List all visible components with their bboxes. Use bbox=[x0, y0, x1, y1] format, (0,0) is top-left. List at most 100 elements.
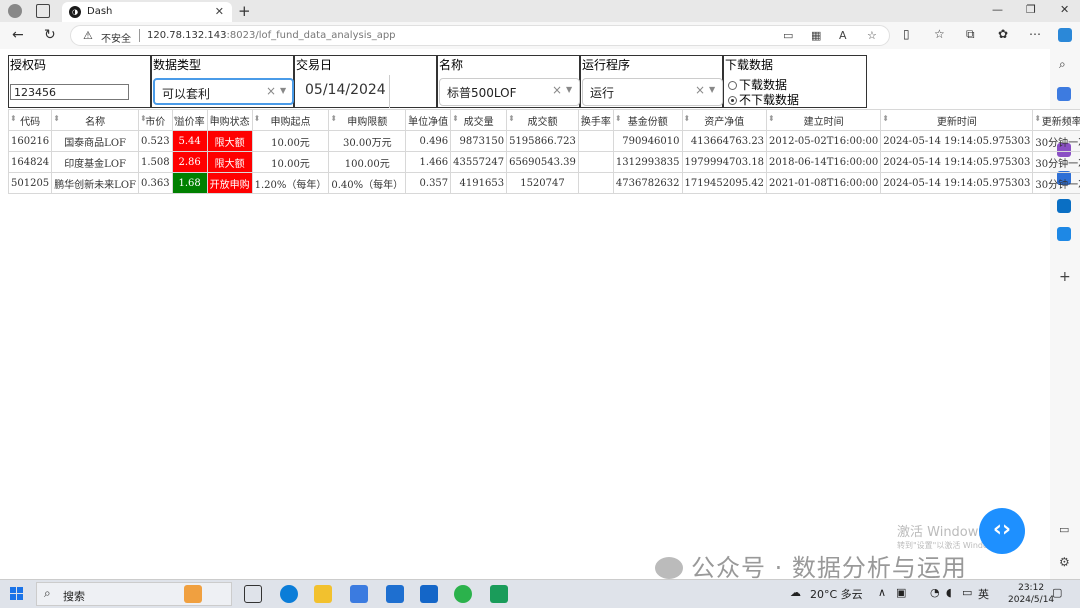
tab-dash[interactable]: ◑ Dash ✕ bbox=[62, 2, 232, 22]
clear-icon[interactable]: × bbox=[552, 83, 562, 97]
mail-icon[interactable] bbox=[386, 585, 404, 603]
sort-icon[interactable]: ⬍ bbox=[53, 114, 60, 123]
minimize-icon[interactable]: — bbox=[992, 3, 1003, 16]
col-header[interactable]: ⬍ 名称 bbox=[51, 109, 139, 131]
cell: 43557247 bbox=[450, 151, 508, 173]
tab-actions-icon[interactable] bbox=[36, 4, 50, 18]
col-header[interactable]: ⬍ 申购起点 bbox=[251, 109, 330, 131]
tray-expand-icon[interactable]: ∧ bbox=[878, 586, 886, 599]
back-icon[interactable]: ← bbox=[12, 27, 24, 43]
radio-no-download[interactable]: 不下载数据 bbox=[728, 91, 799, 108]
col-header[interactable]: ⬍ 更新时间 bbox=[880, 109, 1034, 131]
app-available-icon[interactable]: ▭ bbox=[783, 29, 793, 42]
split-screen-icon[interactable]: ▯ bbox=[903, 27, 910, 41]
sort-icon[interactable]: ⬍ bbox=[1034, 114, 1041, 123]
weather-text[interactable]: 20°C 多云 bbox=[810, 586, 863, 602]
sidebar-outlook-icon[interactable] bbox=[1057, 199, 1071, 213]
windows-start-icon[interactable] bbox=[10, 587, 24, 601]
read-aloud-icon[interactable]: A bbox=[839, 29, 847, 42]
app-m-icon[interactable] bbox=[420, 585, 438, 603]
close-tab-icon[interactable]: ✕ bbox=[215, 5, 224, 18]
chevron-down-icon[interactable]: ▼ bbox=[709, 85, 715, 94]
task-view-icon[interactable] bbox=[244, 585, 262, 603]
col-header[interactable]: ⬍ 申购限额 bbox=[328, 109, 407, 131]
tray-apps-icon[interactable]: ▣ bbox=[896, 586, 906, 599]
sort-icon[interactable]: ⬍ bbox=[330, 114, 337, 123]
sort-icon[interactable]: ⬍ bbox=[684, 114, 691, 123]
col-header[interactable]: ⬍ 成交量 bbox=[450, 109, 508, 131]
status-cell: 限大额 bbox=[206, 151, 253, 173]
address-bar[interactable]: ⚠ 不安全 120.78.132.143:8023/lof_fund_data_… bbox=[70, 25, 890, 46]
more-menu-icon[interactable]: ⋯ bbox=[1029, 27, 1041, 41]
ime-indicator[interactable]: 英 bbox=[978, 586, 989, 602]
activate-windows-title: 激活 Windows bbox=[897, 525, 986, 540]
sort-icon[interactable]: ⬍ bbox=[254, 114, 261, 123]
battery-icon[interactable]: ▭ bbox=[962, 586, 972, 599]
col-header[interactable]: ⬍ 单位净值 bbox=[405, 109, 452, 131]
col-header[interactable]: ⬍ 市价 bbox=[137, 109, 173, 131]
taskbar-search[interactable]: ⌕ 搜索 bbox=[36, 582, 232, 606]
program-value: 运行 bbox=[590, 86, 615, 100]
col-header[interactable]: ⬍ 代码 bbox=[7, 109, 53, 131]
sort-icon[interactable]: ⬍ bbox=[452, 114, 459, 123]
program-dropdown[interactable]: 运行 × ▼ bbox=[582, 78, 723, 106]
col-header[interactable]: ▾ 溢价率 bbox=[171, 109, 208, 131]
favorites-icon[interactable]: ☆ bbox=[934, 27, 945, 41]
sort-icon[interactable]: ⬍ bbox=[407, 114, 414, 123]
close-window-icon[interactable]: ✕ bbox=[1060, 3, 1069, 16]
sidebar-layout-icon[interactable]: ▭ bbox=[1059, 523, 1069, 536]
volume-icon[interactable]: ◖ bbox=[946, 586, 952, 599]
chevron-down-icon[interactable]: ▼ bbox=[566, 85, 572, 94]
profile-icon[interactable] bbox=[8, 4, 22, 18]
sidebar-add-icon[interactable]: + bbox=[1059, 269, 1071, 285]
sort-icon[interactable]: ⬍ bbox=[508, 114, 515, 123]
store-icon[interactable] bbox=[350, 585, 368, 603]
sort-icon[interactable]: ⬍ bbox=[768, 114, 775, 123]
maximize-icon[interactable]: ❐ bbox=[1026, 3, 1036, 16]
col-header[interactable]: ⬍ 更新频率 bbox=[1032, 109, 1080, 131]
clear-icon[interactable]: × bbox=[695, 83, 705, 97]
col-header[interactable]: ⬍ 申购状态 bbox=[206, 109, 253, 131]
code-icon: ‹› bbox=[992, 517, 1012, 542]
sidebar-settings-icon[interactable]: ⚙ bbox=[1059, 555, 1070, 569]
col-header[interactable]: ⬍ 资产净值 bbox=[681, 109, 768, 131]
sort-icon[interactable]: ⬍ bbox=[209, 114, 216, 123]
download-label: 下载数据 bbox=[725, 58, 774, 72]
edge-app-icon[interactable] bbox=[280, 585, 298, 603]
col-header[interactable]: ⬍ 成交额 bbox=[506, 109, 579, 131]
extensions-icon[interactable]: ✿ bbox=[998, 27, 1008, 41]
sort-icon[interactable]: ⬍ bbox=[615, 114, 622, 123]
qr-icon[interactable]: ▦ bbox=[811, 29, 821, 42]
col-header[interactable]: ⬍ 换手率 bbox=[577, 109, 614, 131]
favorite-star-icon[interactable]: ☆ bbox=[867, 29, 877, 42]
chevron-down-icon[interactable]: ▼ bbox=[280, 86, 286, 95]
wechat-app-icon[interactable] bbox=[454, 585, 472, 603]
col-header[interactable]: ⬍ 建立时间 bbox=[766, 109, 882, 131]
auth-code-input[interactable]: 123456 bbox=[10, 84, 129, 100]
cell: 国泰商品LOF bbox=[51, 130, 139, 152]
sort-icon[interactable]: ⬍ bbox=[10, 114, 17, 123]
sidebar-search-icon[interactable]: ⌕ bbox=[1059, 57, 1066, 72]
sort-icon[interactable]: ⬍ bbox=[580, 114, 587, 123]
dash-debug-button[interactable]: ‹› bbox=[979, 508, 1025, 554]
file-explorer-icon[interactable] bbox=[314, 585, 332, 603]
sort-icon[interactable]: ⬍ bbox=[882, 114, 889, 123]
new-tab-icon[interactable]: + bbox=[238, 2, 251, 20]
notification-icon[interactable]: ▢ bbox=[1052, 586, 1062, 599]
trade-date-input[interactable]: 05/14/2024 bbox=[295, 75, 390, 108]
sidebar-send-icon[interactable] bbox=[1057, 227, 1071, 241]
copilot-icon[interactable] bbox=[1058, 28, 1072, 42]
terminal-app-icon[interactable] bbox=[490, 585, 508, 603]
sidebar-shopping-icon[interactable] bbox=[1057, 87, 1071, 101]
widget-icon[interactable] bbox=[184, 585, 202, 603]
wifi-icon[interactable]: ◔ bbox=[930, 586, 940, 599]
data-type-dropdown[interactable]: 可以套利 × ▼ bbox=[153, 78, 294, 105]
refresh-icon[interactable]: ↻ bbox=[44, 27, 56, 43]
sort-active-icon[interactable]: ▾ bbox=[174, 114, 178, 123]
taskbar-clock[interactable]: 23:12 2024/5/14 bbox=[1008, 582, 1054, 606]
collections-icon[interactable]: ⧉ bbox=[966, 27, 975, 42]
col-header[interactable]: ⬍ 基金份额 bbox=[612, 109, 683, 131]
clear-icon[interactable]: × bbox=[266, 84, 276, 98]
name-dropdown[interactable]: 标普500LOF × ▼ bbox=[439, 78, 580, 106]
sort-icon[interactable]: ⬍ bbox=[140, 114, 147, 123]
